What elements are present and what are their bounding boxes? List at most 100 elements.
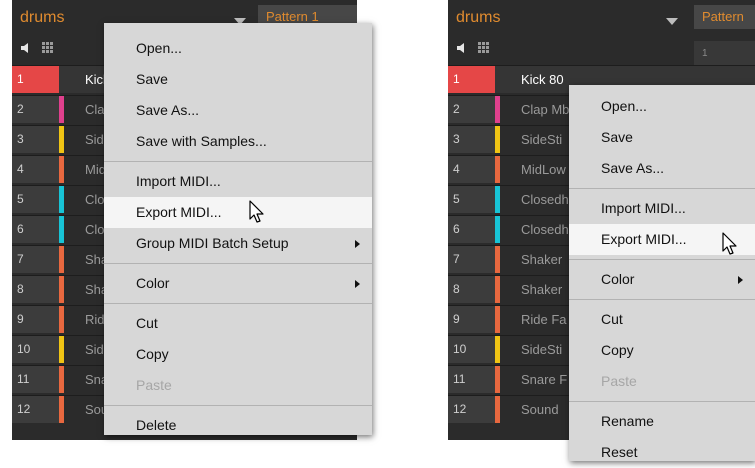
- group-name-label[interactable]: drums: [20, 9, 64, 27]
- pattern-ruler: 1: [694, 41, 755, 65]
- menu-separator: [104, 405, 372, 406]
- sound-color-strip: [59, 336, 64, 363]
- slot-number: 7: [12, 246, 59, 273]
- menu-item-label: Open...: [136, 40, 182, 56]
- group-dropdown-icon[interactable]: [666, 18, 678, 25]
- menu-item-save[interactable]: Save: [569, 122, 755, 153]
- slot-number: 5: [448, 186, 495, 213]
- menu-item-label: Rename: [601, 413, 654, 429]
- slot-number: 2: [448, 96, 495, 123]
- group-name-label[interactable]: drums: [456, 9, 500, 27]
- speaker-icon[interactable]: [20, 42, 33, 54]
- speaker-icon[interactable]: [456, 42, 469, 54]
- sound-color-strip: [59, 186, 64, 213]
- slot-number: 3: [12, 126, 59, 153]
- slot-number: 7: [448, 246, 495, 273]
- menu-item-label: Import MIDI...: [136, 173, 221, 189]
- menu-item-label: Save As...: [136, 102, 200, 118]
- sound-color-strip: [495, 96, 500, 123]
- menu-item-cut[interactable]: Cut: [104, 308, 372, 339]
- menu-item-copy[interactable]: Copy: [569, 335, 755, 366]
- menu-item-label: Save with Samples...: [136, 133, 267, 149]
- menu-separator: [569, 259, 755, 260]
- menu-item-label: Color: [601, 271, 635, 287]
- menu-item-label: Import MIDI...: [601, 200, 686, 216]
- submenu-arrow-icon: [738, 275, 743, 284]
- slot-number: 11: [12, 366, 59, 393]
- sound-color-strip: [59, 66, 64, 93]
- pattern-tab[interactable]: Pattern: [694, 5, 755, 29]
- sound-color-strip: [59, 366, 64, 393]
- sound-color-strip: [59, 276, 64, 303]
- sound-color-strip: [495, 186, 500, 213]
- menu-item-label: Export MIDI...: [601, 231, 687, 247]
- menu-item-paste[interactable]: Paste: [104, 370, 372, 401]
- sound-color-strip: [495, 366, 500, 393]
- menu-item-delete[interactable]: Delete: [104, 410, 372, 441]
- context-menu: Open... Save Save As... Save with Samples..…: [104, 23, 372, 435]
- sound-color-strip: [495, 66, 500, 93]
- menu-item-rename[interactable]: Rename: [569, 406, 755, 437]
- mouse-cursor-icon: [722, 232, 737, 255]
- slot-number: 11: [448, 366, 495, 393]
- menu-separator: [569, 299, 755, 300]
- sound-color-strip: [59, 396, 64, 423]
- menu-item-label: Copy: [601, 342, 634, 358]
- menu-item-color[interactable]: Color: [104, 268, 372, 299]
- menu-item-paste[interactable]: Paste: [569, 366, 755, 397]
- slot-number: 9: [448, 306, 495, 333]
- menu-item-label: Group MIDI Batch Setup: [136, 235, 289, 251]
- menu-item-label: Copy: [136, 346, 169, 362]
- sound-color-strip: [495, 246, 500, 273]
- grid-icon[interactable]: [478, 42, 490, 54]
- slot-number: 3: [448, 126, 495, 153]
- menu-item-label: Delete: [136, 417, 177, 433]
- menu-item-label: Export MIDI...: [136, 204, 222, 220]
- submenu-arrow-icon: [355, 279, 360, 288]
- menu-separator: [569, 401, 755, 402]
- menu-item-reset[interactable]: Reset: [569, 437, 755, 468]
- sound-color-strip: [495, 396, 500, 423]
- menu-item-import-midi[interactable]: Import MIDI...: [569, 193, 755, 224]
- menu-item-group-midi-batch-setup[interactable]: Group MIDI Batch Setup: [104, 228, 372, 259]
- slot-number: 9: [12, 306, 59, 333]
- menu-item-copy[interactable]: Copy: [104, 339, 372, 370]
- menu-item-cut[interactable]: Cut: [569, 304, 755, 335]
- slot-number: 2: [12, 96, 59, 123]
- menu-item-save-as[interactable]: Save As...: [104, 95, 372, 126]
- sound-color-strip: [495, 156, 500, 183]
- sound-color-strip: [59, 306, 64, 333]
- sound-color-strip: [59, 156, 64, 183]
- menu-item-save[interactable]: Save: [104, 64, 372, 95]
- slot-number: 8: [448, 276, 495, 303]
- sound-color-strip: [495, 216, 500, 243]
- slot-number: 1: [12, 66, 59, 93]
- menu-item-import-midi[interactable]: Import MIDI...: [104, 166, 372, 197]
- menu-item-label: Open...: [601, 98, 647, 114]
- sound-color-strip: [59, 126, 64, 153]
- slot-number: 1: [448, 66, 495, 93]
- menu-item-label: Save: [136, 71, 168, 87]
- menu-item-open[interactable]: Open...: [569, 91, 755, 122]
- menu-item-label: Paste: [136, 377, 172, 393]
- menu-item-open[interactable]: Open...: [104, 33, 372, 64]
- menu-separator: [104, 161, 372, 162]
- menu-item-export-midi[interactable]: Export MIDI...: [104, 197, 372, 228]
- sound-color-strip: [59, 246, 64, 273]
- sound-color-strip: [59, 216, 64, 243]
- slot-number: 12: [12, 396, 59, 423]
- slot-number: 12: [448, 396, 495, 423]
- menu-item-color[interactable]: Color: [569, 264, 755, 295]
- sound-color-strip: [495, 276, 500, 303]
- menu-item-save-as[interactable]: Save As...: [569, 153, 755, 184]
- sound-color-strip: [59, 96, 64, 123]
- slot-number: 8: [12, 276, 59, 303]
- slot-number: 4: [12, 156, 59, 183]
- grid-icon[interactable]: [42, 42, 54, 54]
- menu-item-label: Cut: [601, 311, 623, 327]
- menu-item-label: Cut: [136, 315, 158, 331]
- sound-color-strip: [495, 336, 500, 363]
- menu-item-save-with-samples[interactable]: Save with Samples...: [104, 126, 372, 157]
- slot-number: 4: [448, 156, 495, 183]
- menu-separator: [104, 303, 372, 304]
